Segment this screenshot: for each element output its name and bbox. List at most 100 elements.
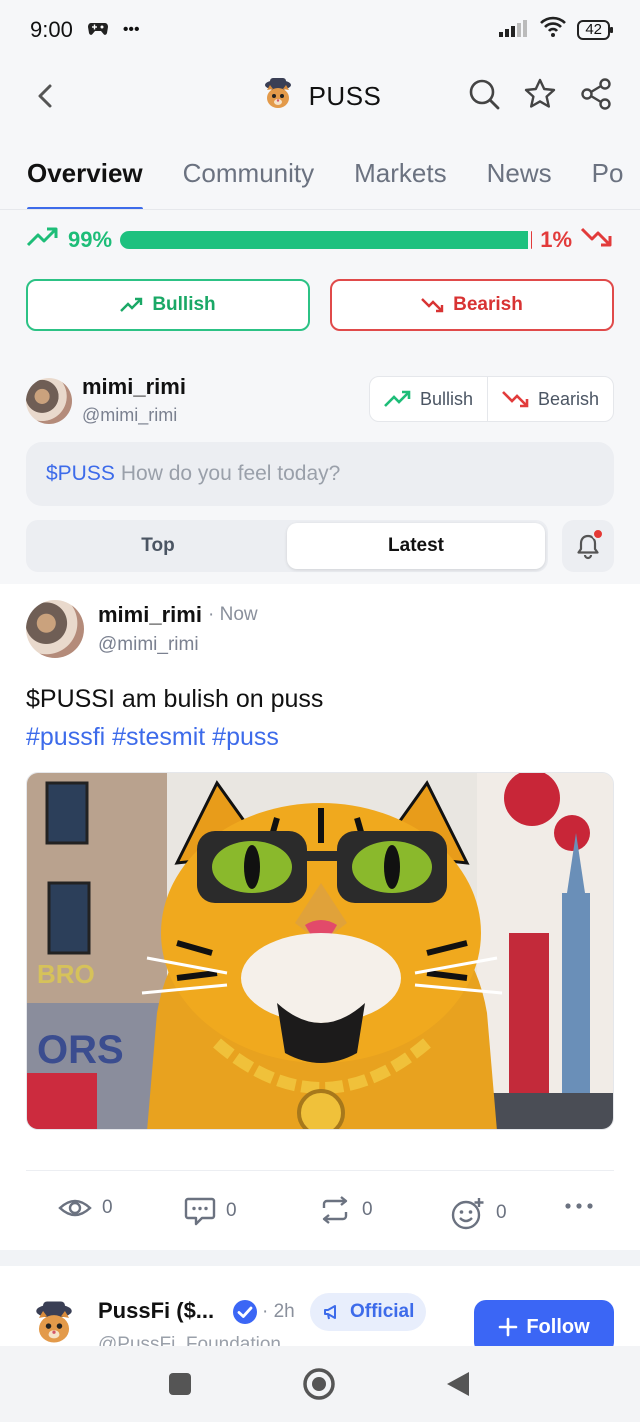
share-button[interactable]: [578, 76, 614, 112]
follow-button[interactable]: Follow: [474, 1300, 614, 1346]
tab-bar: Overview Community Markets News Po: [0, 148, 640, 210]
sort-row: Top Latest: [26, 520, 614, 572]
sort-top-option[interactable]: Top: [29, 523, 287, 569]
svg-text:ORS: ORS: [37, 1028, 124, 1072]
post-more-button[interactable]: [564, 1202, 594, 1210]
trending-down-icon: [580, 226, 614, 254]
verified-badge-icon: [233, 1300, 257, 1324]
post2-author-handle: @PussFi_Foundation: [98, 1334, 281, 1346]
tab-po[interactable]: Po: [592, 148, 624, 209]
trending-down-icon: [421, 298, 444, 313]
share-icon: [581, 78, 611, 110]
bearish-button[interactable]: Bearish: [330, 279, 614, 331]
square-icon: [169, 1373, 191, 1395]
pussfi-avatar[interactable]: [28, 1296, 80, 1346]
trending-up-icon: [384, 390, 411, 407]
cat-logo-icon: [259, 74, 297, 119]
plus-icon: [499, 1317, 518, 1337]
composer-username: mimi_rimi: [82, 374, 186, 399]
feed-separator: [0, 1250, 640, 1266]
feed-post-official: PussFi ($... · 2h Official @PussFi_Found…: [0, 1266, 640, 1346]
reactions-count: 0: [496, 1202, 507, 1223]
mini-vote-toggle: Bullish Bearish: [368, 376, 614, 422]
tab-markets[interactable]: Markets: [354, 148, 446, 209]
circle-icon: [303, 1368, 335, 1400]
post2-author-name[interactable]: PussFi ($...: [98, 1298, 214, 1324]
reposts-count: 0: [362, 1199, 373, 1220]
views-count: 0: [102, 1197, 113, 1218]
status-more-dots: •••: [122, 21, 140, 38]
post-body-text: $PUSSI am bulish on puss: [26, 685, 324, 713]
repost-icon: [322, 1196, 348, 1224]
cat-logo-icon: [36, 1301, 72, 1343]
post2-timestamp: · 2h: [262, 1301, 295, 1322]
compose-input[interactable]: $PUSS How do you feel today?: [26, 442, 614, 506]
recents-button[interactable]: [162, 1366, 198, 1402]
post-timestamp: · Now: [208, 604, 258, 625]
status-bar: 9:00 ••• 42: [0, 0, 640, 60]
bullish-label: Bullish: [152, 294, 216, 315]
official-badge: Official: [310, 1293, 427, 1331]
sentiment-bull-fill: [120, 231, 529, 249]
trending-up-icon: [120, 297, 143, 312]
status-time: 9:00: [30, 17, 73, 42]
sentiment-bear-fill: [531, 231, 533, 249]
triangle-back-icon: [447, 1372, 469, 1396]
post-image-cat-art[interactable]: BRO ORS: [26, 772, 614, 1130]
sentiment-meter: 99% 1%: [26, 222, 614, 258]
notifications-button[interactable]: [562, 520, 614, 572]
sort-latest-option[interactable]: Latest: [287, 523, 545, 569]
add-reaction-icon: [451, 1198, 484, 1230]
official-label: Official: [350, 1301, 415, 1322]
sort-segmented-control: Top Latest: [26, 520, 548, 572]
compose-ticker: $PUSS: [46, 462, 115, 485]
more-horizontal-icon: [565, 1203, 593, 1209]
post-author-name[interactable]: mimi_rimi: [98, 602, 202, 628]
post-avatar[interactable]: [26, 600, 84, 658]
svg-text:BRO: BRO: [37, 959, 95, 989]
feed-post: mimi_rimi · Now @mimi_rimi $PUSSI am bul…: [0, 584, 640, 1250]
tab-news[interactable]: News: [487, 148, 552, 209]
post-hashtags[interactable]: #pussfi #stesmit #puss: [26, 718, 279, 756]
mini-bearish-button[interactable]: Bearish: [486, 377, 613, 421]
mini-bullish-button[interactable]: Bullish: [370, 377, 487, 421]
mini-bearish-label: Bearish: [537, 388, 599, 409]
game-controller-icon: [87, 17, 109, 43]
battery-indicator: 42: [577, 20, 613, 40]
home-button[interactable]: [301, 1366, 337, 1402]
views-counter[interactable]: 0: [58, 1196, 113, 1220]
notification-dot: [592, 528, 604, 540]
composer-user-row: mimi_rimi @mimi_rimi Bullish Bearish: [26, 372, 614, 428]
star-icon: [524, 78, 556, 108]
react-button[interactable]: 0: [450, 1196, 507, 1230]
bull-percent: 99%: [68, 227, 113, 252]
trending-down-icon: [502, 391, 529, 408]
composer-handle: @mimi_rimi: [82, 405, 178, 425]
comment-button[interactable]: 0: [184, 1196, 237, 1226]
compose-placeholder: How do you feel today?: [120, 462, 341, 485]
comment-icon: [184, 1197, 216, 1226]
repost-button[interactable]: 0: [318, 1196, 373, 1224]
search-button[interactable]: [466, 76, 502, 112]
sentiment-bar: [120, 231, 533, 249]
system-nav-bar: [0, 1346, 640, 1422]
header-title-text: PUSS: [308, 81, 382, 111]
post-author-handle: @mimi_rimi: [98, 634, 199, 655]
tab-community[interactable]: Community: [183, 148, 314, 209]
bearish-label: Bearish: [453, 294, 523, 315]
bear-percent: 1%: [540, 227, 572, 252]
avatar[interactable]: [26, 378, 72, 424]
follow-label: Follow: [526, 1315, 590, 1338]
comments-count: 0: [226, 1200, 237, 1221]
search-icon: [469, 79, 500, 110]
back-nav-button[interactable]: [440, 1366, 476, 1402]
mini-bullish-label: Bullish: [419, 388, 473, 409]
wifi-icon: [539, 16, 567, 44]
post-action-bar: 0 0 0 0: [0, 1188, 640, 1236]
favorite-button[interactable]: [522, 76, 558, 112]
tab-overview[interactable]: Overview: [27, 148, 143, 209]
megaphone-icon: [324, 1305, 336, 1320]
signal-icon: [499, 17, 529, 43]
bullish-button[interactable]: Bullish: [26, 279, 310, 331]
vote-buttons: Bullish Bearish: [26, 279, 614, 331]
